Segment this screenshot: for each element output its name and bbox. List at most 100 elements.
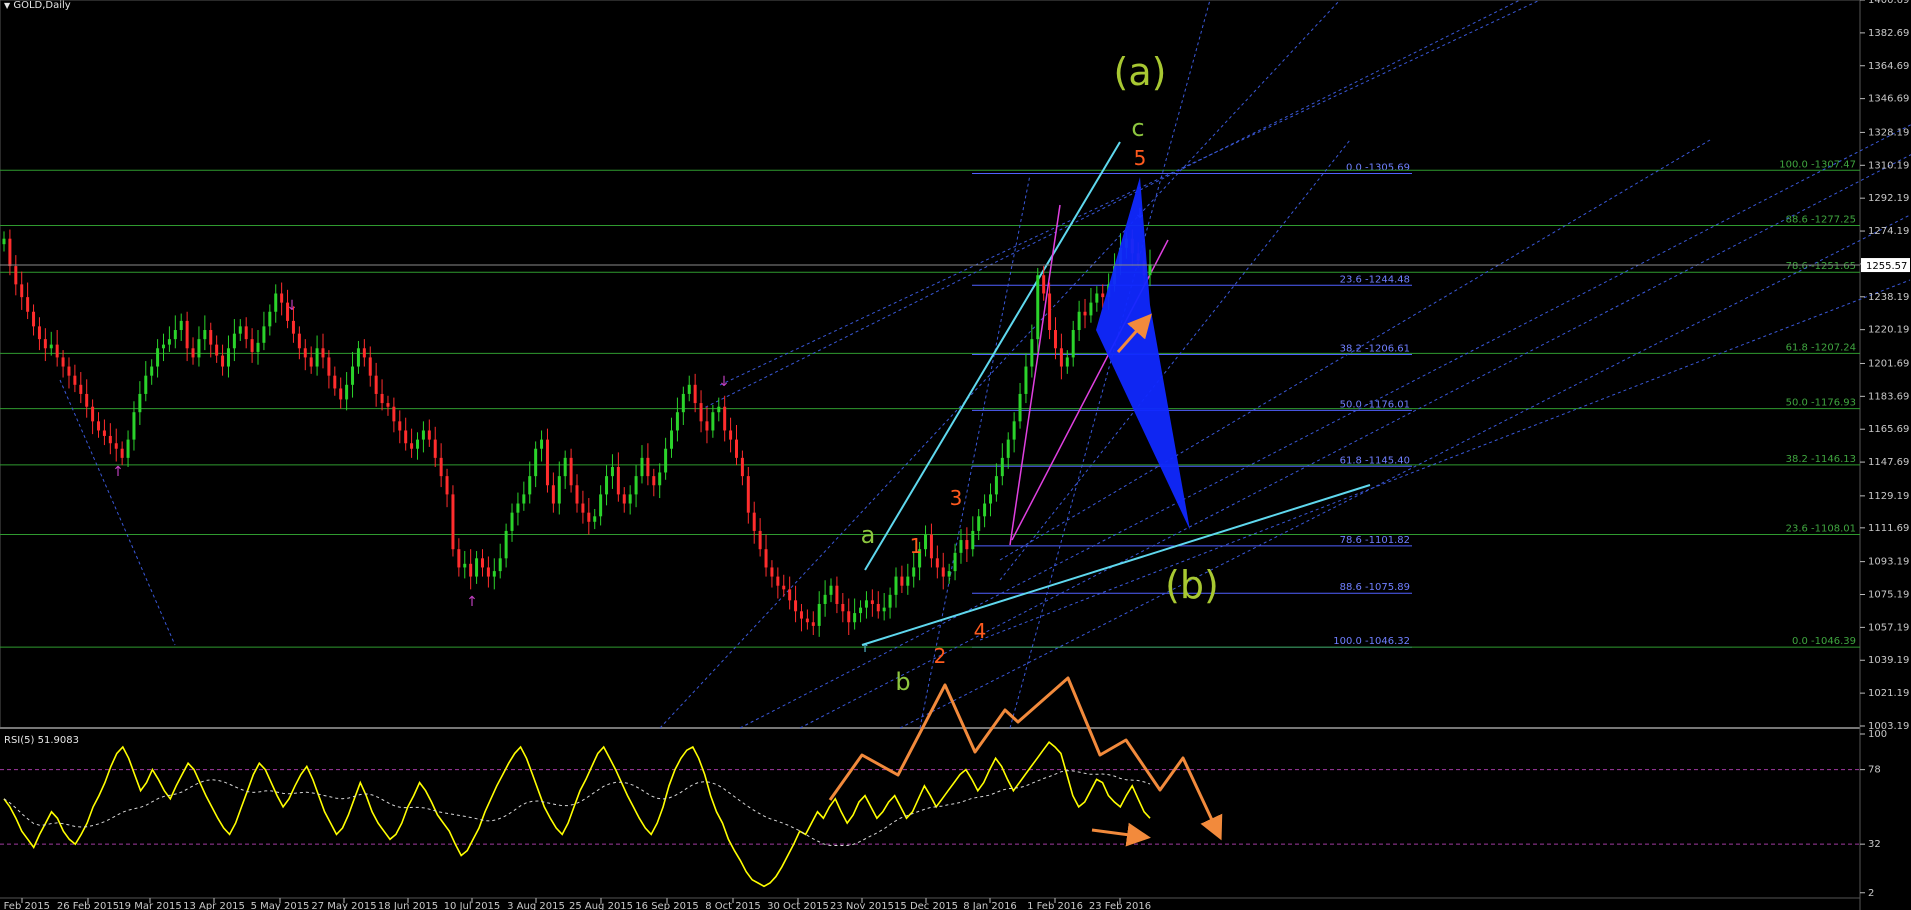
candle-body: [610, 466, 614, 477]
candle-body: [191, 348, 195, 358]
candle-body: [144, 375, 148, 394]
candle-body: [167, 339, 171, 345]
price-tick-label: 1346.69: [1868, 94, 1909, 105]
candle-body: [286, 302, 290, 321]
chart-window[interactable]: 0.0 -1305.69 23.6 -1244.48 38.2 -1206.61 50…: [0, 0, 1911, 910]
candle-body: [156, 348, 160, 367]
candle-body: [475, 558, 479, 577]
candle-body: [457, 549, 461, 568]
up-arrow-marker: ↑: [112, 464, 124, 480]
time-tick-label: 3 Aug 2015: [507, 901, 565, 910]
candle-body: [256, 342, 260, 352]
fib-blue-label: 0.0 -1305.69: [1346, 163, 1410, 174]
wave-4: 4: [974, 619, 987, 643]
price-tick-label: 1238.19: [1868, 292, 1909, 303]
candle-body: [953, 552, 957, 572]
candle-body: [670, 430, 674, 449]
candle-body: [587, 512, 591, 522]
candle-body: [652, 476, 656, 486]
price-tick-label: 1057.19: [1868, 622, 1909, 633]
candle-body: [782, 585, 786, 590]
candle-body: [150, 366, 154, 376]
candle-body: [486, 567, 490, 577]
price-tick-label: 1328.19: [1868, 127, 1909, 138]
chart-canvas[interactable]: 0.0 -1305.6923.6 -1244.4838.2 -1206.6150…: [0, 0, 1911, 910]
candle-body: [752, 512, 756, 531]
candle-body: [386, 403, 390, 407]
candle-body: [32, 311, 36, 327]
up-arrow-marker: ↑: [860, 641, 870, 655]
fib-green-label: 61.8 -1207.24: [1786, 342, 1856, 353]
candle-body: [699, 403, 703, 422]
wave-5: 5: [1134, 146, 1147, 170]
candle-body: [126, 439, 130, 458]
candle-body: [646, 457, 650, 477]
candle-body: [912, 567, 916, 577]
dashed-channel-line: [739, 124, 1911, 729]
fib-green-label: 88.6 -1277.25: [1786, 214, 1856, 225]
candle-body: [977, 516, 981, 531]
candle-body: [102, 430, 106, 436]
candle-body: [221, 355, 225, 367]
candle-body: [262, 326, 266, 343]
candle-body: [291, 320, 295, 334]
candle-body: [91, 406, 95, 422]
candle-body: [1018, 393, 1022, 422]
fib-green-label: 100.0 -1307.47: [1779, 159, 1856, 170]
candle-body: [989, 494, 993, 504]
candle-body: [14, 266, 18, 285]
candle-body: [179, 320, 183, 331]
candle-body: [510, 512, 514, 531]
candle-body: [723, 406, 727, 431]
fibonacci-levels: 0.0 -1305.6923.6 -1244.4838.2 -1206.6150…: [0, 159, 1860, 648]
time-tick-label: 26 Feb 2015: [57, 901, 119, 910]
candle-body: [321, 348, 325, 358]
price-tick-label: 1165.69: [1868, 424, 1909, 435]
candle-body: [740, 457, 744, 477]
candle-body: [788, 589, 792, 601]
time-tick-label: 23 Feb 2016: [1089, 901, 1151, 910]
candle-body: [805, 618, 809, 623]
candle-body: [1148, 264, 1152, 276]
time-tick-label: 18 Jun 2015: [378, 901, 438, 910]
candle-body: [551, 485, 555, 504]
fib-green-label: 0.0 -1046.39: [1792, 636, 1856, 647]
candle-body: [1071, 330, 1075, 358]
wave-1: 1: [910, 534, 923, 558]
candle-body: [451, 494, 455, 550]
wave-major-a: (a): [1114, 50, 1167, 94]
candle-body: [1012, 421, 1016, 440]
candle-body: [108, 435, 112, 444]
candle-body: [209, 330, 213, 345]
candle-body: [864, 600, 868, 608]
rsi-tick-label: 78: [1868, 765, 1881, 776]
candle-body: [935, 558, 939, 568]
candle-body: [1006, 439, 1010, 458]
rsi-title: RSI(5) 51.9083: [4, 735, 79, 746]
price-tick-label: 1039.19: [1868, 655, 1909, 666]
candle-body: [616, 466, 620, 495]
symbol-timeframe: GOLD,Daily: [13, 0, 71, 11]
fib-green-label: 38.2 -1146.13: [1786, 454, 1856, 465]
candle-body: [599, 494, 603, 517]
candle-body: [817, 603, 821, 626]
fib-blue-label: 23.6 -1244.48: [1340, 274, 1410, 285]
candle-body: [853, 613, 857, 623]
fib-green-label: 50.0 -1176.93: [1786, 398, 1856, 409]
candle-body: [333, 375, 337, 389]
dashed-channel-line: [999, 139, 1351, 581]
candle-body: [1024, 366, 1028, 394]
candle-body: [693, 384, 697, 404]
candle-body: [746, 476, 750, 513]
candle-body: [20, 284, 24, 298]
candle-body: [841, 603, 845, 612]
candle-body: [534, 448, 538, 477]
candle-body: [250, 339, 254, 352]
candle-body: [439, 457, 443, 477]
candle-body: [557, 476, 561, 504]
dropdown-arrow-icon[interactable]: ▼: [4, 1, 10, 10]
wave-3: 3: [950, 486, 963, 510]
candle-body: [362, 348, 366, 358]
price-tick-label: 1093.19: [1868, 557, 1909, 568]
candle-body: [528, 476, 532, 495]
